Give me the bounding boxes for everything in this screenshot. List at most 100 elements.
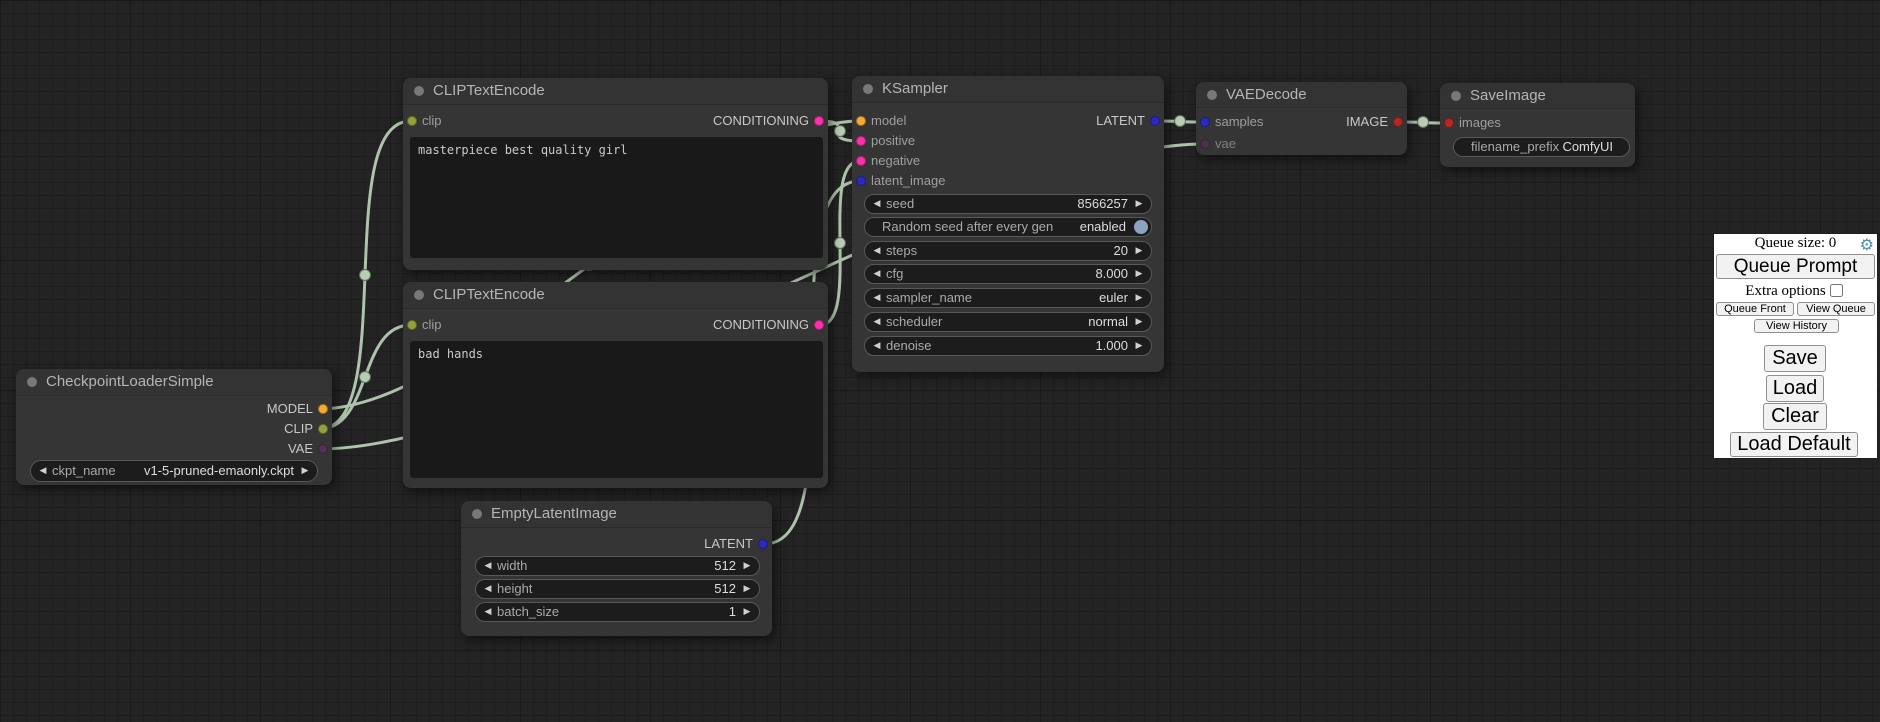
latent-port-icon[interactable] <box>758 539 768 549</box>
queue-prompt-button[interactable]: Queue Prompt <box>1716 254 1875 279</box>
queue-front-button[interactable]: Queue Front <box>1716 302 1794 316</box>
toggle-circle-icon[interactable] <box>1134 220 1148 234</box>
clip-port-icon[interactable] <box>407 320 417 330</box>
conditioning-port-icon[interactable] <box>814 320 824 330</box>
node-title-bar[interactable]: CLIPTextEncode <box>403 78 828 105</box>
node-title: SaveImage <box>1470 87 1546 104</box>
save-button[interactable]: Save <box>1764 345 1826 372</box>
increment-arrow-icon[interactable]: ▶ <box>740 603 754 621</box>
node-title: CLIPTextEncode <box>433 286 545 303</box>
latent-port-icon[interactable] <box>856 176 866 186</box>
model-port-icon[interactable] <box>856 116 866 126</box>
node-ksampler[interactable]: KSampler model positive negative latent_… <box>852 76 1164 372</box>
width-widget[interactable]: ◀ width 512 ▶ <box>475 556 760 576</box>
decrement-arrow-icon[interactable]: ◀ <box>870 242 884 260</box>
decrement-arrow-icon[interactable]: ◀ <box>870 265 884 283</box>
model-port-icon[interactable] <box>318 404 328 414</box>
node-title-bar[interactable]: VAEDecode <box>1196 82 1407 108</box>
increment-arrow-icon[interactable]: ▶ <box>740 580 754 598</box>
increment-arrow-icon[interactable]: ▶ <box>1132 242 1146 260</box>
decrement-arrow-icon[interactable]: ◀ <box>481 603 495 621</box>
filename-prefix-widget[interactable]: filename_prefix ComfyUI <box>1453 137 1630 157</box>
collapse-dot-icon[interactable] <box>414 290 424 300</box>
prompt-textarea[interactable]: masterpiece best quality girl <box>410 137 823 258</box>
prompt-textarea[interactable]: bad hands <box>410 341 823 478</box>
decrement-arrow-icon[interactable]: ◀ <box>36 461 50 481</box>
collapse-dot-icon[interactable] <box>414 86 424 96</box>
widget-value: v1-5-pruned-emaonly.ckpt <box>144 461 294 481</box>
node-title: CheckpointLoaderSimple <box>46 373 214 390</box>
random-seed-toggle-widget[interactable]: Random seed after every gen enabled <box>864 217 1152 237</box>
load-default-button[interactable]: Load Default <box>1730 432 1858 457</box>
extra-options-label: Extra options <box>1745 283 1825 299</box>
increment-arrow-icon[interactable]: ▶ <box>1132 313 1146 331</box>
node-title-bar[interactable]: SaveImage <box>1440 83 1635 109</box>
widget-label: ckpt_name <box>52 461 116 481</box>
output-vae: VAE <box>288 439 332 459</box>
latent-port-icon[interactable] <box>1150 116 1160 126</box>
denoise-widget[interactable]: ◀ denoise 1.000 ▶ <box>864 336 1152 356</box>
cfg-widget[interactable]: ◀ cfg 8.000 ▶ <box>864 264 1152 284</box>
height-widget[interactable]: ◀ height 512 ▶ <box>475 579 760 599</box>
vae-port-icon[interactable] <box>1200 139 1210 149</box>
collapse-dot-icon[interactable] <box>863 84 873 94</box>
decrement-arrow-icon[interactable]: ◀ <box>870 195 884 213</box>
node-title-bar[interactable]: EmptyLatentImage <box>461 501 772 528</box>
increment-arrow-icon[interactable]: ▶ <box>740 557 754 575</box>
input-vae: vae <box>1196 134 1236 154</box>
ckpt-name-combo-widget[interactable]: ◀ ckpt_name v1-5-pruned-emaonly.ckpt ▶ <box>30 460 318 482</box>
clip-port-icon[interactable] <box>318 424 328 434</box>
decrement-arrow-icon[interactable]: ◀ <box>870 337 884 355</box>
output-latent: LATENT <box>1096 111 1164 131</box>
node-title-bar[interactable]: CLIPTextEncode <box>403 282 828 309</box>
extra-options-row: Extra options <box>1714 281 1877 296</box>
increment-arrow-icon[interactable]: ▶ <box>1132 195 1146 213</box>
node-title: CLIPTextEncode <box>433 82 545 99</box>
image-port-icon[interactable] <box>1444 118 1454 128</box>
image-port-icon[interactable] <box>1393 117 1403 127</box>
increment-arrow-icon[interactable]: ▶ <box>1132 337 1146 355</box>
node-title-bar[interactable]: CheckpointLoaderSimple <box>16 369 332 396</box>
node-vae-decode[interactable]: VAEDecode samples vae IMAGE <box>1196 82 1407 155</box>
node-empty-latent-image[interactable]: EmptyLatentImage LATENT ◀ width 512 ▶ ◀ … <box>461 501 772 636</box>
sampler-name-widget[interactable]: ◀ sampler_name euler ▶ <box>864 288 1152 308</box>
steps-widget[interactable]: ◀ steps 20 ▶ <box>864 241 1152 261</box>
collapse-dot-icon[interactable] <box>27 377 37 387</box>
input-positive: positive <box>852 131 915 151</box>
increment-arrow-icon[interactable]: ▶ <box>1132 265 1146 283</box>
node-checkpoint-loader-simple[interactable]: CheckpointLoaderSimple MODEL CLIP VAE ◀ … <box>16 369 332 485</box>
decrement-arrow-icon[interactable]: ◀ <box>481 557 495 575</box>
collapse-dot-icon[interactable] <box>472 509 482 519</box>
node-graph-canvas[interactable]: CheckpointLoaderSimple MODEL CLIP VAE ◀ … <box>0 0 1880 722</box>
increment-arrow-icon[interactable]: ▶ <box>1132 289 1146 307</box>
conditioning-port-icon[interactable] <box>814 116 824 126</box>
clip-port-icon[interactable] <box>407 116 417 126</box>
node-clip-text-encode-positive[interactable]: CLIPTextEncode clip CONDITIONING masterp… <box>403 78 828 270</box>
input-model: model <box>852 111 906 131</box>
conditioning-port-icon[interactable] <box>856 156 866 166</box>
load-button[interactable]: Load <box>1766 375 1824 402</box>
collapse-dot-icon[interactable] <box>1451 91 1461 101</box>
scheduler-widget[interactable]: ◀ scheduler normal ▶ <box>864 312 1152 332</box>
increment-arrow-icon[interactable]: ▶ <box>298 461 312 481</box>
clear-button[interactable]: Clear <box>1763 403 1827 430</box>
conditioning-port-icon[interactable] <box>856 136 866 146</box>
input-images: images <box>1440 113 1501 133</box>
seed-widget[interactable]: ◀ seed 8566257 ▶ <box>864 194 1152 214</box>
view-queue-button[interactable]: View Queue <box>1797 302 1875 316</box>
extra-options-checkbox[interactable] <box>1830 284 1843 297</box>
node-clip-text-encode-negative[interactable]: CLIPTextEncode clip CONDITIONING bad han… <box>403 282 828 488</box>
gear-icon[interactable]: ⚙ <box>1860 235 1874 254</box>
input-clip: clip <box>403 111 442 131</box>
decrement-arrow-icon[interactable]: ◀ <box>870 313 884 331</box>
decrement-arrow-icon[interactable]: ◀ <box>481 580 495 598</box>
node-save-image[interactable]: SaveImage images filename_prefix ComfyUI <box>1440 83 1635 167</box>
vae-port-icon[interactable] <box>318 444 328 454</box>
node-title-bar[interactable]: KSampler <box>852 76 1164 103</box>
view-history-button[interactable]: View History <box>1754 319 1839 333</box>
latent-port-icon[interactable] <box>1200 117 1210 127</box>
batch-size-widget[interactable]: ◀ batch_size 1 ▶ <box>475 602 760 622</box>
output-image: IMAGE <box>1346 112 1407 132</box>
decrement-arrow-icon[interactable]: ◀ <box>870 289 884 307</box>
collapse-dot-icon[interactable] <box>1207 90 1217 100</box>
